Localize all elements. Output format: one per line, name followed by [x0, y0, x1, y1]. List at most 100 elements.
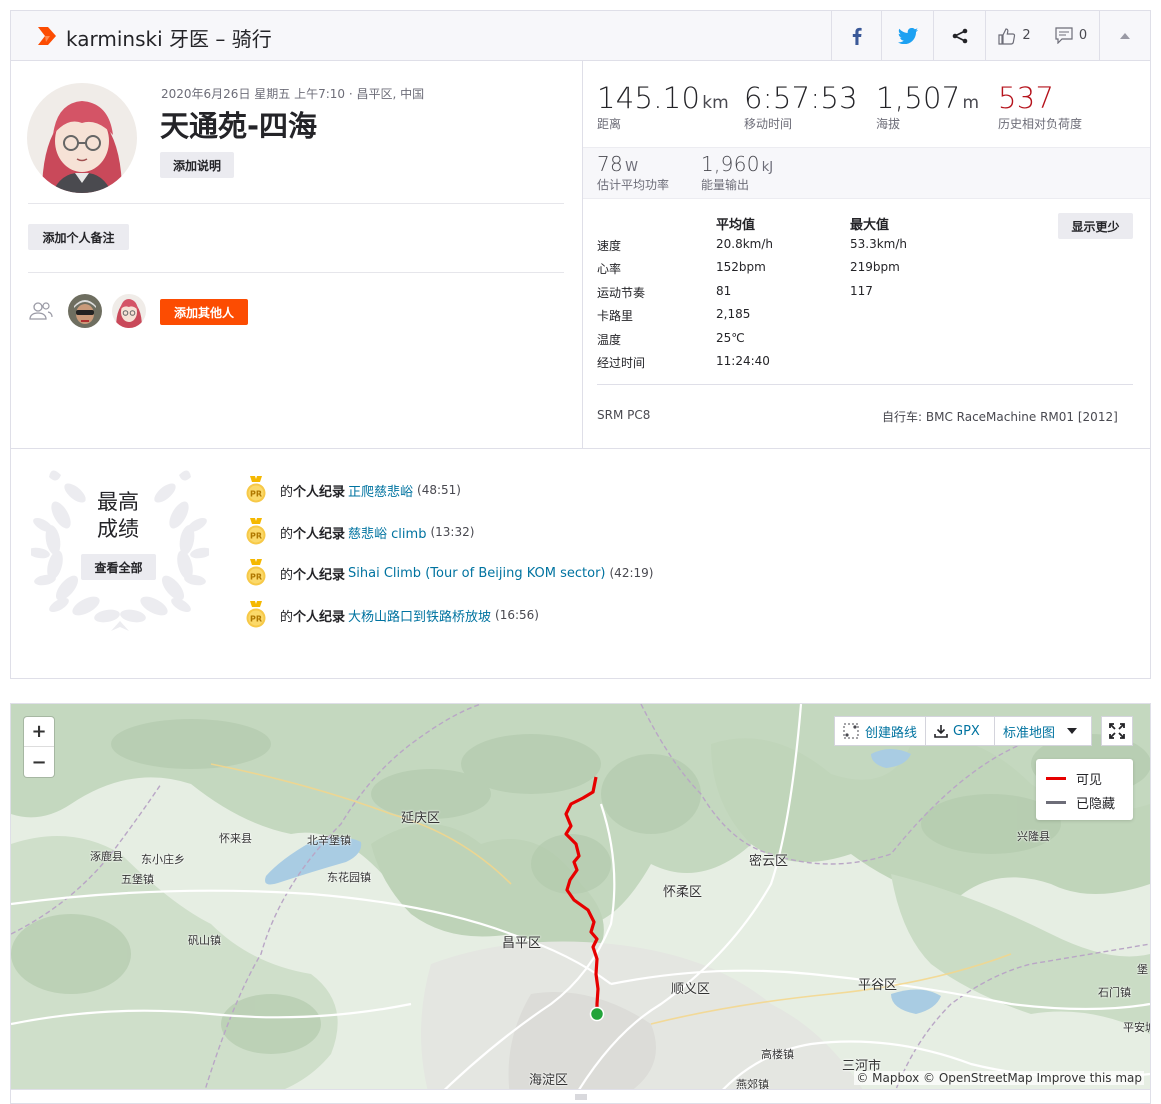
pr-time: (13:32) — [430, 525, 475, 539]
map-place-label: 密云区 — [749, 854, 789, 869]
laurel-wreath-icon — [31, 470, 209, 631]
legend-visible[interactable]: 可见 — [1046, 769, 1102, 788]
zoom-in-button[interactable]: + — [24, 717, 54, 747]
view-all-button[interactable]: 查看全部 — [81, 554, 156, 580]
pr-medal-text: PR — [250, 573, 262, 582]
facebook-share-button[interactable] — [831, 11, 881, 60]
segment-link[interactable]: 慈悲峪 climb — [348, 523, 426, 542]
map-place-label: 东花园镇 — [327, 871, 371, 884]
chevron-down-icon — [1067, 728, 1078, 734]
map-resize-handle[interactable] — [11, 1089, 1150, 1103]
stat-avg-power: 78 W 估计平均功率 — [597, 152, 670, 192]
strava-logo-icon — [38, 27, 56, 45]
group-icon — [29, 302, 53, 320]
stat-relative-effort[interactable]: 537 历史相对负荷度 — [998, 81, 1082, 132]
map-place-label: 五堡镇 — [121, 873, 154, 886]
map-place-label: 延庆区 — [401, 811, 441, 826]
activity-header: karminski 牙医 – 骑行 2 0 — [11, 11, 1150, 61]
map-place-label: 昌平区 — [502, 936, 542, 951]
map-terrain[interactable] — [11, 704, 1150, 1103]
download-icon — [934, 725, 948, 738]
start-marker — [589, 1006, 605, 1022]
pr-time: (16:56) — [495, 608, 539, 622]
download-gpx-button[interactable]: GPX — [925, 716, 995, 746]
stats-row-avg: 11:24:40 — [716, 354, 770, 368]
create-route-button[interactable]: 创建路线 — [834, 716, 926, 746]
kudos-button[interactable]: 2 — [985, 11, 1043, 60]
pr-item: PR 的个人纪录 正爬慈悲峪 (48:51) — [246, 476, 461, 503]
stats-row-max: 53.3km/h — [850, 237, 908, 251]
stats-row-avg: 152bpm — [716, 260, 766, 274]
facebook-icon — [852, 27, 862, 45]
drag-handle-icon — [574, 1094, 587, 1099]
map-place-label: 高楼镇 — [761, 1048, 794, 1061]
comments-count: 0 — [1078, 28, 1088, 43]
pr-medal-icon: PR — [246, 559, 266, 586]
stat-moving-time: 6:57:53 移动时间 — [744, 81, 858, 131]
legend-hidden[interactable]: 已隐藏 — [1046, 793, 1115, 812]
pr-item: PR 的个人纪录 Sihai Climb (Tour of Beijing KOM … — [246, 559, 653, 586]
pr-prefix: 的个人纪录 — [280, 567, 346, 583]
participant-avatar[interactable] — [112, 294, 146, 328]
add-others-button[interactable]: 添加其他人 — [160, 299, 248, 325]
show-less-button[interactable]: 显示更少 — [1058, 213, 1133, 239]
map-place-label: 北辛堡镇 — [307, 834, 351, 847]
stats-row-label: 温度 — [597, 333, 622, 347]
pr-medal-icon: PR — [246, 518, 266, 545]
twitter-icon — [897, 27, 918, 44]
stat-elevation: 1,507 m 海拔 — [876, 81, 980, 131]
zoom-out-button[interactable]: − — [24, 747, 54, 777]
pr-prefix: 的个人纪录 — [280, 526, 346, 542]
best-efforts-title: 最高 成绩 — [97, 490, 139, 541]
add-private-note-button[interactable]: 添加个人备注 — [28, 224, 129, 250]
stats-row-label: 心率 — [597, 262, 622, 276]
map-place-label: 涿鹿县 — [90, 850, 123, 863]
fullscreen-button[interactable] — [1101, 716, 1133, 746]
map-place-label: 兴隆县 — [1017, 830, 1050, 843]
twitter-share-button[interactable] — [881, 11, 933, 60]
vertical-divider — [582, 61, 583, 448]
pr-medal-text: PR — [250, 532, 262, 541]
map-place-label: 矾山镇 — [188, 934, 221, 947]
map-attribution[interactable]: © Mapbox © OpenStreetMap Improve this ma… — [854, 1071, 1144, 1085]
add-description-button[interactable]: 添加说明 — [160, 152, 234, 178]
collapse-button[interactable] — [1099, 11, 1150, 60]
activity-name[interactable]: 天通苑-四海 — [160, 103, 317, 145]
divider — [597, 384, 1133, 385]
map-place-label: 怀来县 — [219, 832, 252, 845]
table-header-avg: 平均值 — [716, 218, 756, 233]
map-place-label: 海淀区 — [529, 1073, 569, 1088]
device-name: SRM PC8 — [597, 408, 651, 422]
segment-link[interactable]: 正爬慈悲峪 — [348, 481, 413, 500]
pr-medal-icon: PR — [246, 601, 266, 628]
activity-card: karminski 牙医 – 骑行 2 0 2020年6月26日 星期五 上午7… — [10, 10, 1151, 679]
stats-row-avg: 2,185 — [716, 307, 751, 321]
pr-item: PR 的个人纪录 慈悲峪 climb (13:32) — [246, 518, 475, 545]
participant-avatar[interactable] — [68, 294, 102, 328]
share-button[interactable] — [933, 11, 985, 60]
divider — [28, 272, 564, 273]
expand-icon — [1109, 723, 1125, 739]
map-legend: 可见 已隐藏 — [1036, 759, 1133, 820]
segment-link[interactable]: Sihai Climb (Tour of Beijing KOM sector) — [348, 566, 605, 581]
divider — [11, 448, 1150, 449]
stats-row-label: 速度 — [597, 239, 622, 253]
comment-icon — [1055, 27, 1073, 44]
map-style-dropdown[interactable]: 标准地图 — [994, 716, 1092, 746]
stats-row-label: 经过时间 — [597, 356, 646, 370]
athlete-avatar[interactable] — [27, 83, 137, 193]
pr-time: (48:51) — [417, 483, 461, 497]
stats-row-label: 卡路里 — [597, 309, 634, 323]
legend-line-visible — [1046, 777, 1066, 780]
comments-button[interactable]: 0 — [1043, 11, 1099, 60]
bike-name[interactable]: 自行车: BMC RaceMachine RM01 [2012] — [882, 408, 1118, 425]
pr-medal-icon: PR — [246, 476, 266, 503]
activity-header-title: karminski 牙医 – 骑行 — [66, 27, 272, 51]
map-place-label: 顺义区 — [671, 982, 711, 997]
stats-row-max: 219bpm — [850, 260, 900, 274]
route-map[interactable]: 延庆区 怀来县 北辛堡镇 涿鹿县 东小庄乡 五堡镇 东花园镇 矾山镇 昌平区 怀柔区 密云区 兴隆县顺… — [10, 703, 1151, 1104]
stats-row-label: 运动节奏 — [597, 286, 646, 300]
segment-link[interactable]: 大杨山路口到铁路桥放坡 — [348, 606, 491, 625]
map-place-label: 石门镇 — [1098, 986, 1131, 999]
map-place-label: 怀柔区 — [663, 885, 703, 900]
